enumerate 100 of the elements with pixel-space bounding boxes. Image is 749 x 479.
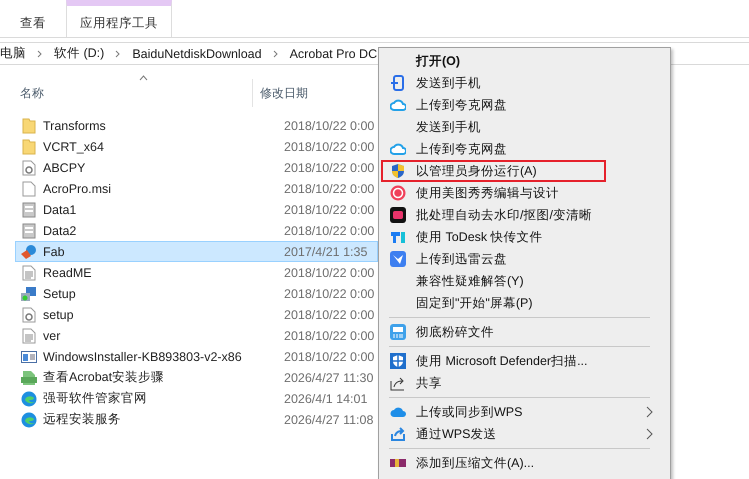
chevron-icon xyxy=(115,50,122,58)
file-date: 2018/10/22 0:00 xyxy=(284,328,374,342)
file-date: 2018/10/22 0:00 xyxy=(284,118,374,132)
archive-file-icon xyxy=(22,202,36,218)
menu-item[interactable]: 发送到手机 xyxy=(381,72,667,94)
file-row[interactable]: 远程安装服务 2026/4/27 11:08 xyxy=(15,409,378,430)
file-name: 查看Acrobat安装步骤 xyxy=(43,369,164,386)
menu-item[interactable]: 上传到迅雷云盘 xyxy=(381,248,667,270)
chevron-icon xyxy=(646,406,653,418)
file-date: 2018/10/22 0:00 xyxy=(284,308,374,322)
file-name: ReadME xyxy=(43,266,92,280)
file-row[interactable]: Fab 2017/4/21 1:35 xyxy=(15,241,378,262)
menu-item[interactable]: 兼容性疑难解答(Y) xyxy=(381,270,667,292)
installer-icon xyxy=(20,286,38,302)
menu-item[interactable]: 通过WPS发送 xyxy=(381,423,667,445)
chevron-icon xyxy=(272,50,279,58)
file-row[interactable]: VCRT_x64 2018/10/22 0:00 xyxy=(15,136,378,157)
file-name: Fab xyxy=(43,244,65,258)
file-date: 2026/4/27 11:30 xyxy=(284,370,374,384)
menu-item[interactable]: 发送到手机 xyxy=(381,116,667,138)
shredder-icon xyxy=(390,324,406,340)
breadcrumb-item[interactable]: 电脑 xyxy=(0,45,26,62)
file-row[interactable]: Setup 2018/10/22 0:00 xyxy=(15,283,378,304)
ribbon-tab[interactable]: 应用程序工具 xyxy=(66,0,172,37)
file-row[interactable]: AcroPro.msi 2018/10/22 0:00 xyxy=(15,178,378,199)
breadcrumb-item[interactable]: Acrobat Pro DC xyxy=(290,46,378,60)
menu-item[interactable]: 使用美图秀秀编辑与设计 xyxy=(381,182,667,204)
archive-stack-icon xyxy=(390,459,406,467)
menu-item[interactable]: 上传到夸克网盘 xyxy=(381,94,667,116)
defender-shield-icon xyxy=(390,353,406,369)
file-date: 2018/10/22 0:00 xyxy=(284,202,374,216)
file-row[interactable]: ABCPY 2018/10/22 0:00 xyxy=(15,157,378,178)
folder-icon xyxy=(22,118,36,134)
file-name: Setup xyxy=(43,286,76,300)
file-name: 远程安装服务 xyxy=(43,411,121,428)
share-icon xyxy=(390,375,406,391)
menu-item[interactable]: 添加到压缩文件(A)... xyxy=(381,452,667,474)
text-file-icon xyxy=(22,328,36,344)
column-header[interactable]: 名称 xyxy=(0,79,253,107)
file-date: 2018/10/22 0:00 xyxy=(284,266,374,280)
file-name: Data2 xyxy=(43,224,76,238)
breadcrumb-item[interactable]: BaiduNetdiskDownload xyxy=(132,46,262,60)
column-header[interactable]: 修改日期 xyxy=(253,84,308,102)
cloud-icon xyxy=(390,98,406,112)
phone-send-icon xyxy=(390,75,406,91)
file-name: VCRT_x64 xyxy=(43,140,104,154)
file-date: 2017/4/21 1:35 xyxy=(284,244,368,258)
file-name: Data1 xyxy=(43,202,76,216)
file-name: ABCPY xyxy=(43,160,86,174)
window-file-icon xyxy=(21,350,37,364)
cloud-icon xyxy=(390,142,406,156)
file-date: 2018/10/22 0:00 xyxy=(284,350,374,364)
file-date: 2018/10/22 0:00 xyxy=(284,182,374,196)
file-date: 2018/10/22 0:00 xyxy=(284,160,374,174)
menu-item[interactable]: 批处理自动去水印/抠图/变清晰 xyxy=(381,204,667,226)
file-date: 2026/4/1 14:01 xyxy=(284,392,368,406)
shield-icon xyxy=(391,163,405,179)
file-row[interactable]: Transforms 2018/10/22 0:00 xyxy=(15,115,378,136)
file-name: WindowsInstaller-KB893803-v2-x86 xyxy=(43,350,242,364)
file-name: ver xyxy=(43,328,60,342)
ribbon-tab[interactable]: 查看 xyxy=(8,0,58,37)
file-row[interactable]: setup 2018/10/22 0:00 xyxy=(15,304,378,325)
file-name: setup xyxy=(43,308,74,322)
menu-item[interactable]: 彻底粉碎文件 xyxy=(381,321,667,343)
file-row[interactable]: Data2 2018/10/22 0:00 xyxy=(15,220,378,241)
folder-icon xyxy=(22,138,36,154)
menu-item[interactable]: 使用 ToDesk 快传文件 xyxy=(381,226,667,248)
breadcrumb-item[interactable]: 软件 (D:) xyxy=(54,45,104,62)
file-name: Transforms xyxy=(43,118,106,132)
chevron-icon xyxy=(646,428,653,440)
cloud-icon xyxy=(390,406,406,418)
menu-item[interactable]: 上传或同步到WPS xyxy=(381,401,667,423)
file-row[interactable]: 查看Acrobat安装步骤 2026/4/27 11:30 xyxy=(15,367,378,388)
file-icon xyxy=(22,180,36,196)
browser-icon xyxy=(21,390,37,406)
image-file-icon xyxy=(21,370,37,386)
file-row[interactable]: Data1 2018/10/22 0:00 xyxy=(15,199,378,220)
menu-item[interactable]: 使用 Microsoft Defender扫描... xyxy=(381,350,667,372)
file-row[interactable]: WindowsInstaller-KB893803-v2-x86 2018/10/22 0:00 xyxy=(15,346,378,367)
send-icon xyxy=(390,426,406,442)
browser-icon xyxy=(21,412,37,428)
sort-caret-icon xyxy=(139,75,148,81)
file-name: 强哥软件管家官网 xyxy=(43,390,147,407)
text-file-icon xyxy=(22,264,36,280)
archive-file-icon xyxy=(22,222,36,238)
menu-item[interactable]: 上传到夸克网盘 xyxy=(381,138,667,160)
menu-item[interactable]: 共享 xyxy=(381,372,667,394)
settings-file-icon xyxy=(22,306,36,322)
file-name: AcroPro.msi xyxy=(43,182,112,196)
file-date: 2018/10/22 0:00 xyxy=(284,140,374,154)
file-row[interactable]: 强哥软件管家官网 2026/4/1 14:01 xyxy=(15,388,378,409)
file-date: 2026/4/27 11:08 xyxy=(284,412,374,426)
menu-item[interactable]: 以管理员身份运行(A) xyxy=(381,160,606,182)
application-icon xyxy=(20,244,38,260)
settings-file-icon xyxy=(22,160,36,176)
file-row[interactable]: ver 2018/10/22 0:00 xyxy=(15,325,378,346)
file-row[interactable]: ReadME 2018/10/22 0:00 xyxy=(15,262,378,283)
menu-item[interactable]: 固定到"开始"屏幕(P) xyxy=(381,292,667,314)
file-date: 2018/10/22 0:00 xyxy=(284,286,374,300)
file-date: 2018/10/22 0:00 xyxy=(284,224,374,238)
